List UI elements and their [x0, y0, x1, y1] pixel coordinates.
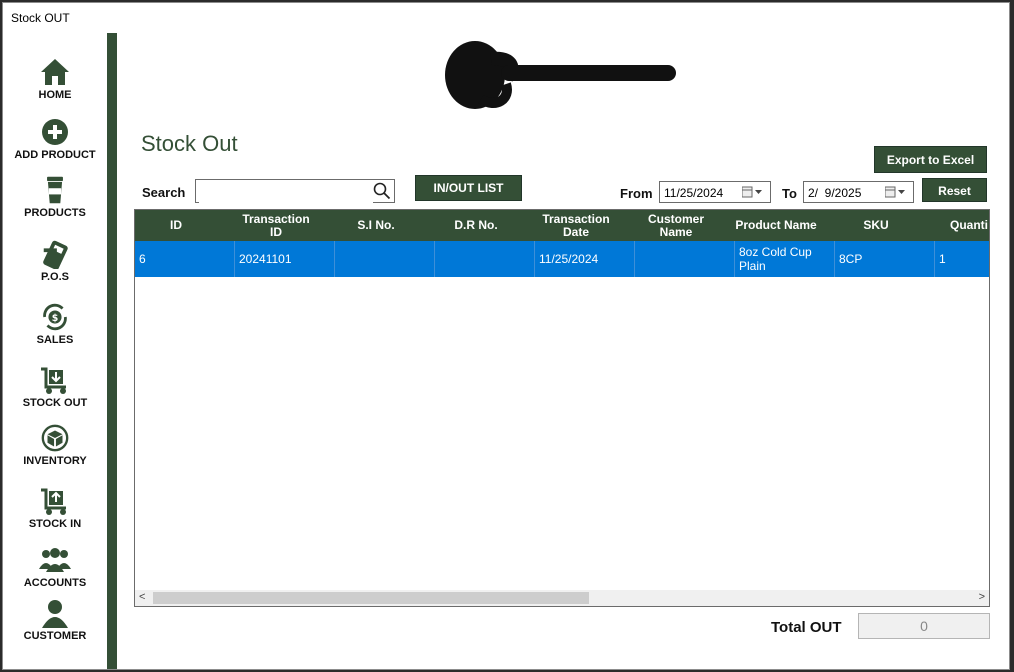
inout-list-button[interactable]: IN/OUT LIST — [415, 175, 522, 201]
sidebar-item-customer[interactable]: CUSTOMER — [3, 598, 107, 642]
page-title: Stock Out — [141, 131, 238, 156]
sidebar-item-label: PRODUCTS — [24, 207, 86, 219]
cup-icon — [47, 176, 63, 204]
sidebar-divider — [107, 33, 117, 669]
sidebar: HOME ADD PRODUCT PRODUCTS P.O.S $ SALES … — [3, 33, 107, 669]
sidebar-item-pos[interactable]: P.O.S — [3, 239, 107, 283]
title-bar: Stock OUT — [3, 3, 1009, 33]
calendar-dropdown-icon[interactable] — [885, 186, 907, 198]
table-cell[interactable]: 8oz Cold Cup Plain — [735, 241, 835, 277]
cart-down-icon — [41, 367, 66, 394]
home-icon — [41, 59, 69, 85]
scrollbar-thumb[interactable] — [153, 592, 589, 604]
search-icon[interactable] — [373, 182, 391, 200]
table-cell[interactable] — [435, 241, 535, 277]
user-icon — [42, 600, 68, 628]
column-header-quantity[interactable]: Quanti — [950, 210, 989, 241]
box-cycle-icon — [41, 424, 69, 452]
sidebar-item-label: P.O.S — [41, 271, 69, 283]
svg-text:$: $ — [52, 313, 59, 324]
search-label: Search — [142, 185, 186, 200]
search-input[interactable] — [199, 181, 373, 203]
from-label: From — [620, 186, 653, 201]
export-to-excel-button[interactable]: Export to Excel — [874, 146, 987, 173]
sidebar-item-sales[interactable]: $ SALES — [3, 302, 107, 346]
sidebar-item-label: STOCK IN — [28, 518, 82, 530]
column-header-transaction-date[interactable]: Transaction Date — [535, 210, 617, 241]
column-header-transaction-id[interactable]: Transaction ID — [235, 210, 317, 241]
dollar-cycle-icon: $ — [43, 303, 67, 331]
to-date-picker[interactable]: 2/ 9/2025 — [803, 181, 914, 203]
scroll-right-icon[interactable]: > — [979, 591, 985, 603]
horizontal-scrollbar[interactable]: < > — [135, 590, 989, 606]
card-terminal-icon — [43, 240, 68, 269]
table-cell[interactable]: 11/25/2024 — [535, 241, 635, 277]
sidebar-item-accounts[interactable]: ACCOUNTS — [3, 545, 107, 589]
sidebar-item-label: ADD PRODUCT — [14, 149, 96, 161]
from-date-value: 11/25/2024 — [664, 186, 724, 200]
sidebar-item-label: INVENTORY — [23, 455, 87, 467]
sidebar-item-label: SALES — [36, 334, 74, 346]
column-header-product-name[interactable]: Product Name — [735, 210, 817, 241]
sidebar-item-label: HOME — [38, 89, 72, 101]
table-cell[interactable]: 1 — [935, 241, 989, 277]
to-date-value: 2/ 9/2025 — [808, 186, 862, 200]
to-label: To — [782, 186, 797, 201]
sidebar-item-add-product[interactable]: ADD PRODUCT — [3, 117, 107, 161]
total-out-value: 0 — [858, 613, 990, 639]
stock-out-window: Stock OUT HOME ADD PRODUCT PRODUCTS P.O.… — [2, 2, 1010, 670]
column-header-customer-name[interactable]: Customer Name — [635, 210, 717, 241]
window-title: Stock OUT — [11, 11, 70, 25]
table-cell[interactable]: 6 — [135, 241, 235, 277]
column-header-si-no[interactable]: S.I No. — [335, 210, 417, 241]
stock-out-table: ID Transaction ID S.I No. D.R No. Transa… — [134, 209, 990, 607]
plus-circle-icon — [42, 119, 68, 145]
logo-redacted — [445, 41, 676, 109]
scroll-left-icon[interactable]: < — [139, 591, 145, 603]
calendar-dropdown-icon[interactable] — [742, 186, 764, 198]
column-header-dr-no[interactable]: D.R No. — [435, 210, 517, 241]
total-out-label: Total OUT — [771, 619, 842, 636]
sidebar-item-home[interactable]: HOME — [3, 57, 107, 101]
sidebar-item-products[interactable]: PRODUCTS — [3, 175, 107, 219]
sidebar-item-stock-out[interactable]: STOCK OUT — [3, 365, 107, 409]
search-field — [195, 179, 395, 203]
sidebar-item-stock-in[interactable]: STOCK IN — [3, 486, 107, 530]
sidebar-item-label: ACCOUNTS — [23, 577, 87, 589]
sidebar-item-label: STOCK OUT — [22, 397, 88, 409]
users-icon — [39, 548, 71, 572]
table-cell[interactable] — [635, 241, 735, 277]
from-date-picker[interactable]: 11/25/2024 — [659, 181, 771, 203]
reset-button[interactable]: Reset — [922, 178, 987, 202]
table-header: ID Transaction ID S.I No. D.R No. Transa… — [135, 210, 989, 241]
table-cell[interactable]: 8CP — [835, 241, 935, 277]
column-header-sku[interactable]: SKU — [835, 210, 917, 241]
sidebar-item-inventory[interactable]: INVENTORY — [3, 423, 107, 467]
table-row[interactable]: 6 20241101 11/25/2024 8oz Cold Cup Plain… — [135, 241, 989, 277]
sidebar-item-label: CUSTOMER — [23, 630, 87, 642]
table-cell[interactable] — [335, 241, 435, 277]
table-cell[interactable]: 20241101 — [235, 241, 335, 277]
column-header-id[interactable]: ID — [135, 210, 217, 241]
cart-up-icon — [41, 488, 66, 515]
